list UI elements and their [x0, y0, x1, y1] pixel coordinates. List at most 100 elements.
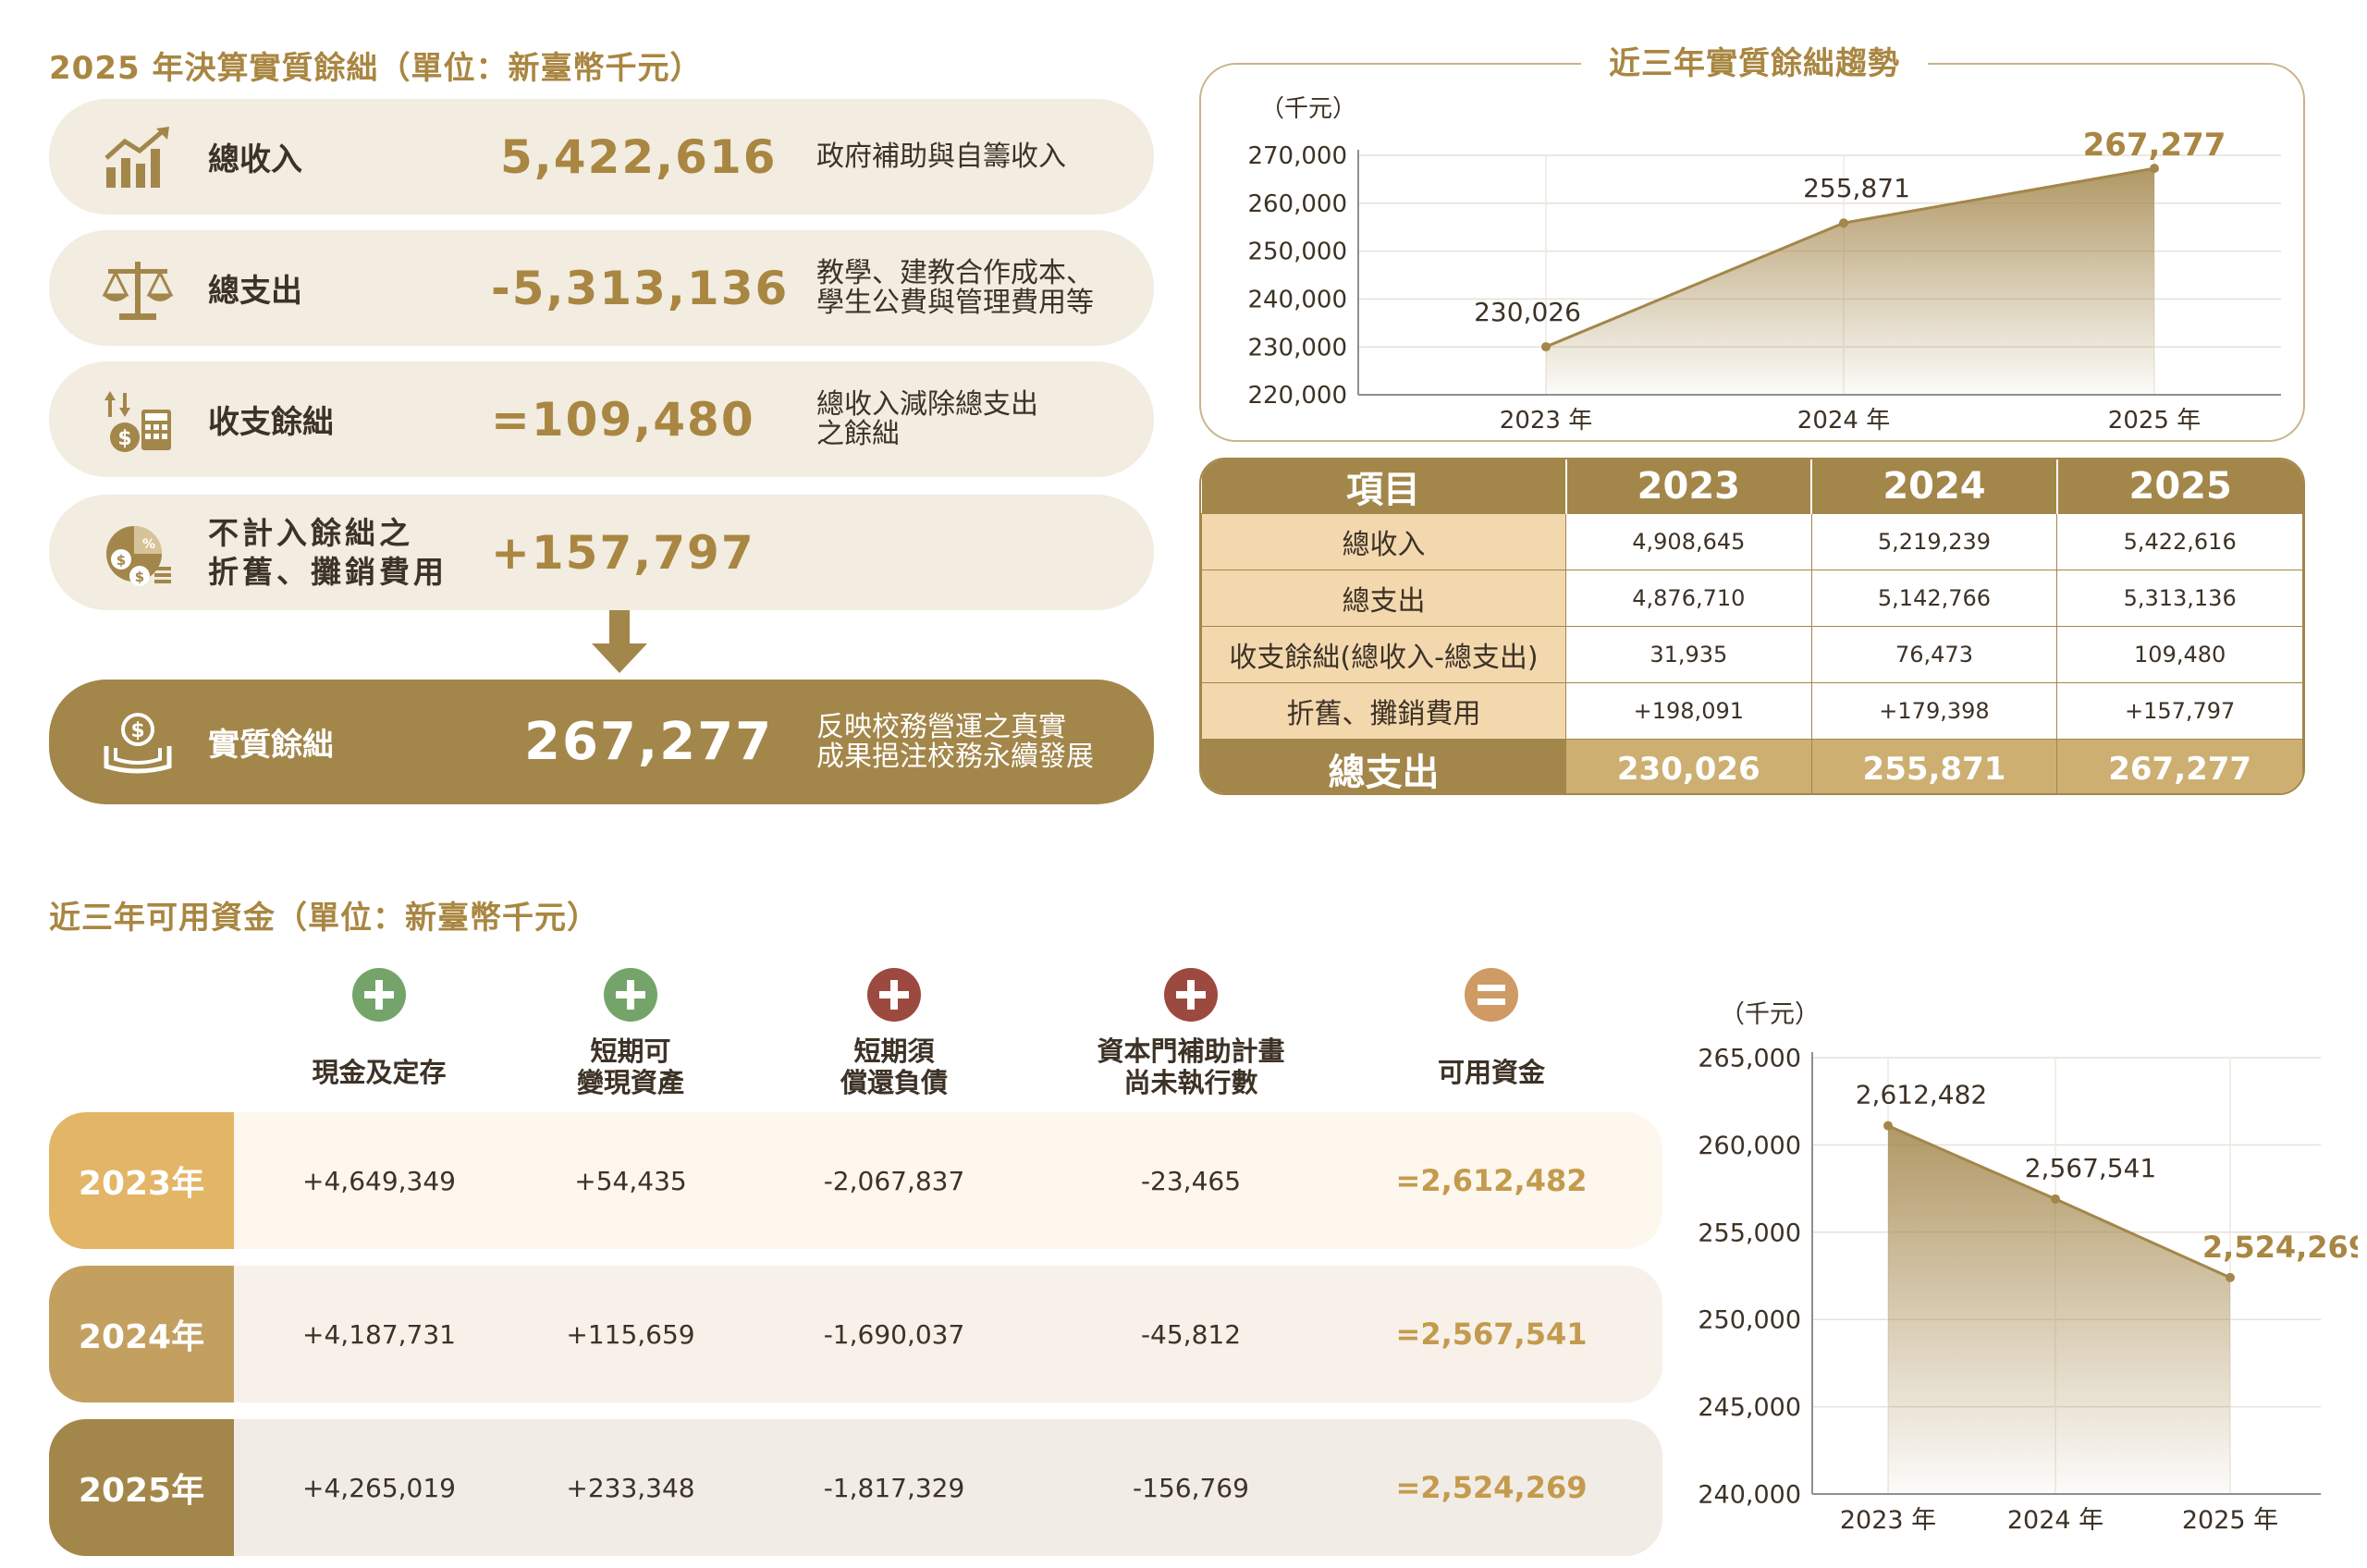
fund-cell: +115,659	[566, 1318, 695, 1350]
label-line: 不計入餘絀之	[208, 514, 413, 551]
table-header-row: 項目 2023 2024 2025	[1201, 459, 2303, 514]
table-cell: 5,313,136	[2056, 570, 2303, 627]
summary-desc: 教學、建教合作成本、 學生公費與管理費用等	[816, 230, 1094, 346]
summary-title: 2025 年決算實質餘絀（單位：新臺幣千元）	[49, 50, 703, 87]
table-row-label: 總支出	[1201, 739, 1566, 793]
y-tick-label: 270,000	[1247, 142, 1347, 170]
data-point	[2226, 1272, 2235, 1282]
desc-line: 成果挹注校務永續發展	[816, 740, 1094, 773]
x-tick-label: 2024 年	[1797, 407, 1890, 435]
table-cell: 31,935	[1565, 626, 1812, 683]
y-tick-label: 245,000	[1698, 1393, 1801, 1422]
data-point	[1541, 342, 1551, 352]
table-cell: 4,876,710	[1565, 570, 1812, 627]
table-total-row: 總支出 230,026 255,871 267,277	[1201, 739, 2303, 793]
fund-row-2025: 2025年 +4,265,019 +233,348 -1,817,329 -15…	[49, 1419, 1662, 1556]
fund-result: =2,524,269	[1395, 1470, 1588, 1505]
growth-chart-icon	[104, 127, 169, 188]
data-point	[1883, 1121, 1893, 1131]
summary-value: =109,480	[491, 392, 755, 447]
data-point	[2150, 164, 2159, 174]
summary-label: 收支餘絀	[208, 404, 334, 441]
y-tick-label: 250,000	[1698, 1306, 1801, 1335]
fund-result: =2,567,541	[1395, 1317, 1588, 1352]
fund-cell: -2,067,837	[823, 1165, 965, 1196]
desc-line: 政府補助與自籌收入	[816, 140, 1066, 173]
svg-text:$: $	[117, 552, 126, 569]
table-header: 2023	[1565, 459, 1813, 514]
fund-row-2024: 2024年 +4,187,731 +115,659 -1,690,037 -45…	[49, 1266, 1662, 1403]
y-tick-label: 260,000	[1698, 1132, 1801, 1160]
y-tick-label: 255,000	[1698, 1219, 1801, 1247]
summary-label: 實質餘絀	[208, 727, 334, 764]
y-tick-label: 240,000	[1247, 287, 1347, 314]
summary-desc: 反映校務營運之真實 成果挹注校務永續發展	[816, 680, 1094, 804]
desc-line: 總收入減除總支出	[816, 387, 1038, 421]
x-tick-label: 2025 年	[2108, 407, 2201, 435]
summary-label: 總收入	[208, 141, 302, 178]
trend-chart: （千元） 220,000 230,000 240,000 250,000 260,000 2…	[1247, 95, 2281, 435]
table-row-label: 總收入	[1201, 513, 1566, 570]
table-cell: 255,871	[1810, 739, 2058, 793]
summary-row-real-surplus: $ 實質餘絀 267,277 反映校務營運之真實 成果挹注校務永續發展	[49, 680, 1154, 804]
fund-cell: +233,348	[566, 1472, 695, 1503]
fund-cell: +4,265,019	[302, 1472, 456, 1503]
header-line: 短期可	[590, 1035, 671, 1067]
table-cell: +198,091	[1565, 682, 1812, 740]
hand-money-icon: $	[104, 713, 172, 774]
summary-value: 267,277	[524, 712, 774, 772]
fund-cell: -23,465	[1140, 1165, 1242, 1196]
funds-title: 近三年可用資金（單位：新臺幣千元）	[49, 900, 599, 937]
fund-year: 2024年	[49, 1266, 234, 1403]
coins-pie-icon: % $ $	[106, 526, 171, 586]
y-tick-label: 260,000	[1247, 190, 1347, 218]
fund-cell: +4,649,349	[302, 1165, 456, 1196]
header-line: 短期須	[853, 1035, 935, 1067]
fund-header: 短期須 償還負債	[774, 1035, 1014, 1098]
data-label: 267,277	[2083, 127, 2226, 164]
label-line: 折舊、攤銷費用	[208, 553, 448, 590]
table-cell: 5,142,766	[1810, 570, 2058, 627]
summary-desc: 總收入減除總支出 之餘絀	[816, 361, 1038, 477]
table-row: 收支餘絀(總收入-總支出) 31,935 76,473 109,480	[1201, 626, 2303, 683]
fund-header: 現金及定存	[259, 1057, 499, 1088]
x-tick-label: 2025 年	[2182, 1506, 2278, 1535]
summary-value: 5,422,616	[500, 129, 778, 184]
fund-cell: +54,435	[574, 1165, 687, 1196]
equals-circle-icon	[1465, 968, 1518, 1022]
data-label: 255,871	[1803, 173, 1910, 203]
fund-row-2023: 2023年 +4,649,349 +54,435 -2,067,837 -23,…	[49, 1112, 1662, 1249]
header-line: 現金及定存	[312, 1057, 447, 1088]
y-tick-label: 265,000	[1698, 1044, 1801, 1072]
balance-scale-icon	[103, 262, 173, 320]
summary-row-depreciation: % $ $ 不計入餘絀之 折舊、攤銷費用 +157,797	[49, 495, 1154, 610]
fund-header: 短期可 變現資產	[510, 1035, 751, 1098]
desc-line: 教學、建教合作成本、	[816, 256, 1094, 289]
data-point	[1839, 218, 1848, 228]
fund-header: 可用資金	[1371, 1057, 1612, 1088]
table-header: 項目	[1201, 459, 1567, 514]
table-cell: 76,473	[1810, 626, 2058, 683]
data-point	[2051, 1194, 2060, 1204]
y-tick-label: 240,000	[1698, 1480, 1801, 1509]
summary-row-balance: $ 收支餘絀 =109,480 總收入減除總支出 之餘絀	[49, 361, 1154, 477]
summary-row-expense: 總支出 -5,313,136 教學、建教合作成本、 學生公費與管理費用等	[49, 230, 1154, 346]
y-tick-label: 250,000	[1247, 239, 1347, 266]
y-axis-unit: （千元）	[1720, 1000, 1820, 1029]
surplus-table: 項目 2023 2024 2025 總收入 4,908,645 5,219,23…	[1199, 458, 2305, 795]
data-label: 230,026	[1474, 297, 1581, 327]
header-line: 可用資金	[1437, 1057, 1545, 1088]
svg-text:$: $	[117, 427, 131, 450]
table-row: 折舊、攤銷費用 +198,091 +179,398 +157,797	[1201, 682, 2303, 740]
table-row-label: 收支餘絀(總收入-總支出)	[1201, 626, 1566, 683]
data-label: 2,612,482	[1856, 1080, 1988, 1110]
header-line: 尚未執行數	[1123, 1067, 1258, 1098]
header-line: 償還負債	[840, 1067, 948, 1098]
fund-cell: -45,812	[1140, 1318, 1242, 1350]
summary-label: 不計入餘絀之 折舊、攤銷費用	[208, 495, 448, 610]
table-row-label: 總支出	[1201, 570, 1566, 627]
data-label: 2,567,541	[2025, 1153, 2157, 1183]
table-cell: 230,026	[1565, 739, 1812, 793]
x-tick-label: 2023 年	[1840, 1506, 1936, 1535]
y-axis-unit: （千元）	[1260, 95, 1356, 123]
